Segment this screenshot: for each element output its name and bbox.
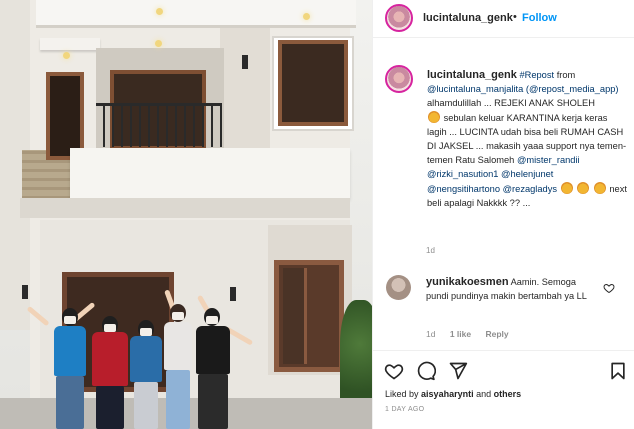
caption-username[interactable]: lucintaluna_genk [427,69,517,81]
app-mention[interactable]: (@repost_media_app) [526,84,619,94]
caption-text: lucintaluna_genk #Repost from @lucintalu… [427,68,627,210]
comment-icon[interactable] [416,361,436,381]
caption-line-1: alhamdulillah ... REJEKI ANAK SHOLEH [427,98,595,109]
hug-emoji-icon [577,181,590,194]
repost-hashtag[interactable]: #Repost [519,70,554,80]
caption-from: from [556,70,576,80]
balcony-railing [96,103,222,147]
right-door-glass [283,268,307,364]
post-date: 1 DAY AGO [385,406,425,413]
post-photo[interactable] [0,0,372,429]
mention-2[interactable]: @rizki_nasution1 [427,169,498,179]
comment-likes[interactable]: 1 like [450,329,471,339]
likes-and: and [476,389,492,399]
mention-3[interactable]: @helenjunet [501,169,553,179]
ceiling-lamp [303,13,310,20]
mention-1[interactable]: @mister_randii [517,155,580,165]
likes-summary: Liked by aisyaharynti and others [385,389,521,399]
commenter-avatar[interactable] [386,275,411,300]
source-mention[interactable]: @lucintaluna_manjalita [427,84,523,94]
author-username[interactable]: lucintaluna_genk [423,12,513,24]
author-avatar[interactable] [385,4,413,32]
follow-button[interactable]: Follow [522,12,557,24]
wall-sconce [22,285,28,299]
header-separator: • [513,11,517,23]
slab-shadow [20,198,350,218]
upper-right-window [278,40,348,126]
garden-tree [340,300,372,410]
mention-4[interactable]: @nengsitihartono [427,184,500,194]
caption-time: 1d [426,246,435,255]
person-5 [190,292,260,429]
comment-text: yunikakoesmen Aamin. Semoga pundi pundin… [426,275,598,303]
hug-emoji-icon [593,181,606,194]
caption-avatar[interactable] [385,65,413,93]
mention-5[interactable]: @rezagladys [503,184,557,194]
likes-user[interactable]: aisyaharynti [421,389,474,399]
hug-emoji-icon [560,181,573,194]
ceiling-lamp [156,8,163,15]
share-icon[interactable] [448,361,468,381]
comment-time: 1d [426,329,436,339]
likes-others[interactable]: others [494,389,522,399]
action-bar [372,350,634,390]
commenter-username[interactable]: yunikakoesmen [426,276,509,288]
likes-prefix: Liked by [385,389,419,399]
left-window [46,72,84,160]
smile-emoji-icon [428,110,440,123]
ceiling-lamp [155,40,162,47]
mid-slab [70,148,350,198]
top-ledge [40,38,100,50]
post-header: lucintaluna_genk • Follow [373,0,634,38]
bookmark-icon[interactable] [608,361,628,381]
comment-meta: 1d 1 like Reply [426,329,521,339]
reply-button[interactable]: Reply [486,329,509,339]
ceiling-lamp [63,52,70,59]
heart-outline-icon[interactable] [603,282,615,294]
heart-icon[interactable] [384,361,404,381]
wall-sconce [242,55,248,69]
